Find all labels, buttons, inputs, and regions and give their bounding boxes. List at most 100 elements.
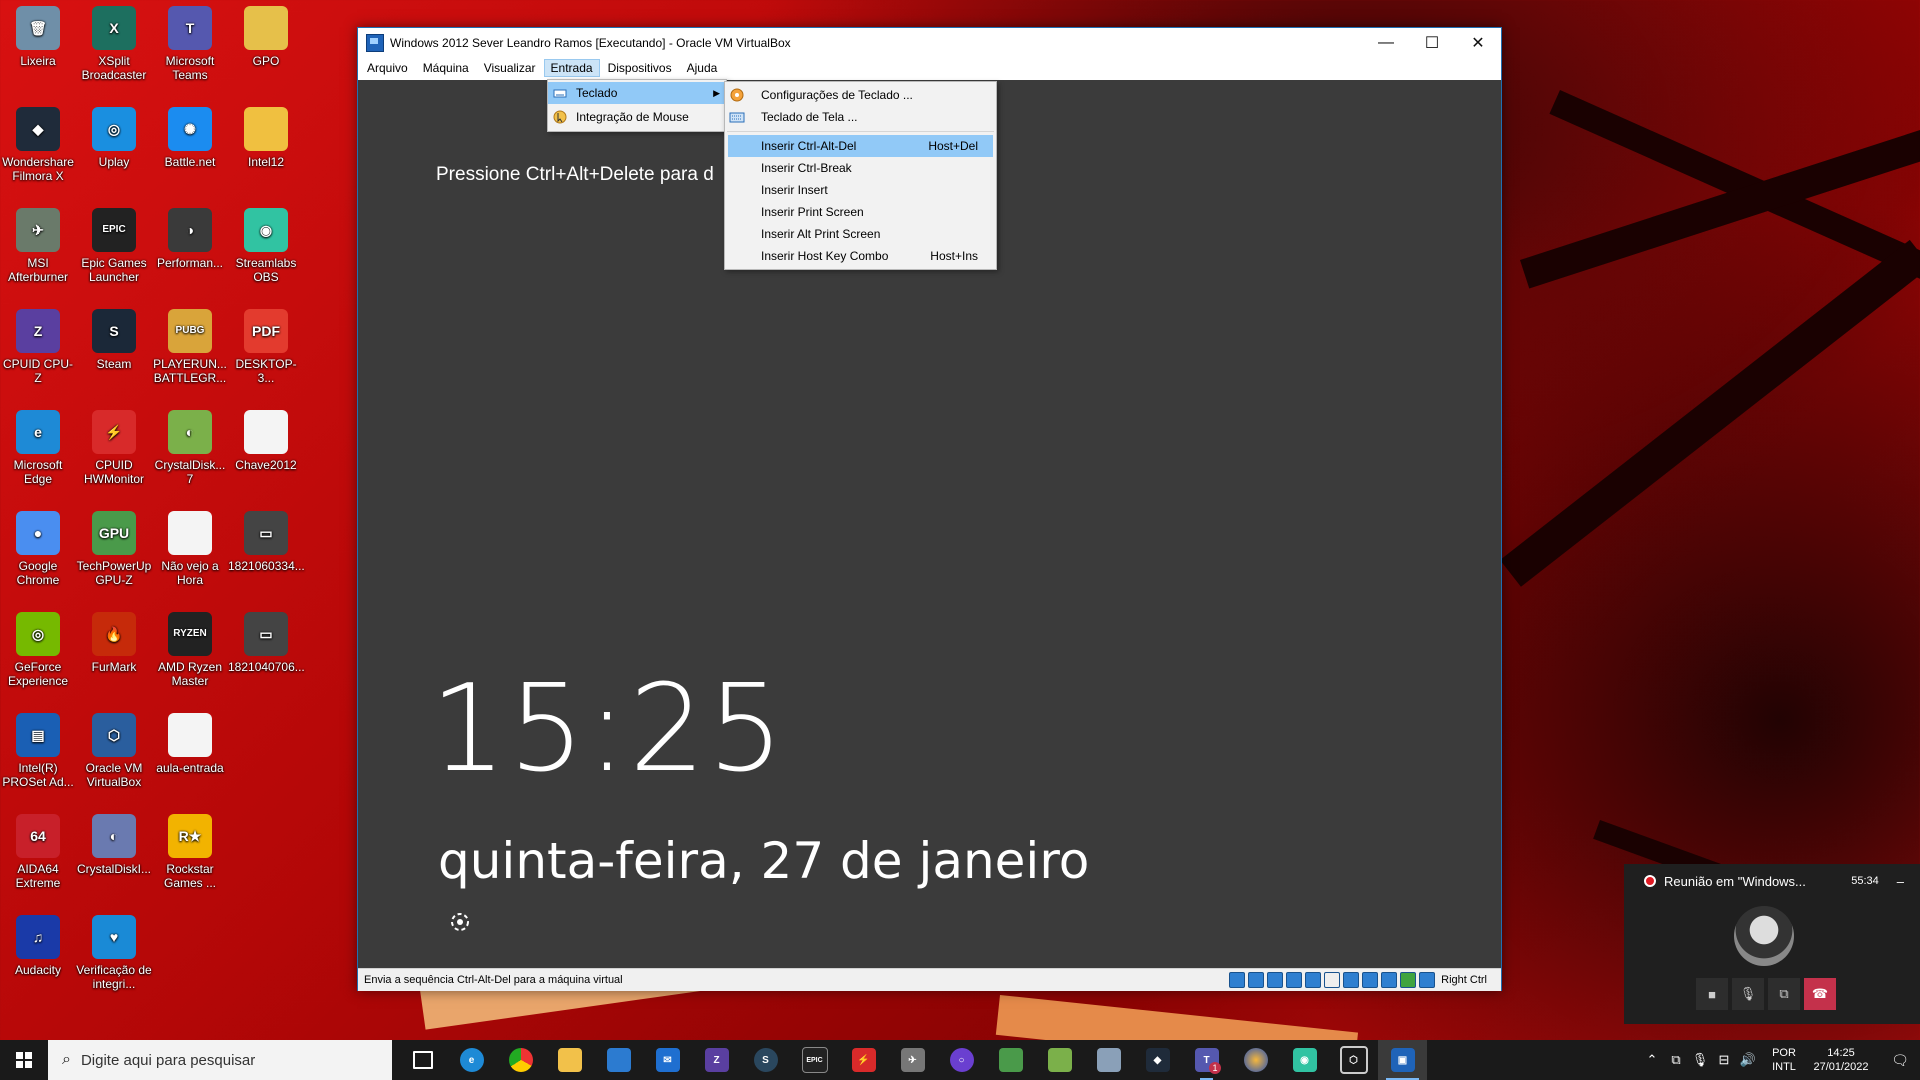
menu-item-insert-ctrl-alt-del[interactable]: Inserir Ctrl-Alt-Del Host+Del xyxy=(728,135,993,157)
taskbar-crystaldisk[interactable] xyxy=(1035,1040,1084,1080)
desktop-icon[interactable]: 🗑 Lixeira xyxy=(0,2,76,68)
desktop-icon[interactable]: ◐ CrystalDisk... 7 xyxy=(152,406,228,486)
desktop-icon[interactable]: ◎ Uplay xyxy=(76,103,152,169)
menu-item-insert-ctrl-break[interactable]: Inserir Ctrl-Break xyxy=(725,157,996,179)
close-button[interactable]: ✕ xyxy=(1455,28,1501,58)
network-icon[interactable]: ⊟ xyxy=(1712,1052,1736,1068)
desktop-icon[interactable]: GPO xyxy=(228,2,304,68)
taskbar-edge[interactable]: e xyxy=(447,1040,496,1080)
menu-item-keyboard-settings[interactable]: Configurações de Teclado ... xyxy=(725,84,996,106)
share-screen-button[interactable]: ⧉ xyxy=(1768,978,1800,1010)
ease-of-access-icon[interactable] xyxy=(448,910,472,934)
desktop-icon[interactable]: X XSplit Broadcaster xyxy=(76,2,152,82)
menu-item-mouse-integration[interactable]: Integração de Mouse xyxy=(548,106,726,128)
taskbar-teams[interactable]: T 1 xyxy=(1182,1040,1231,1080)
hang-up-button[interactable]: ☎ xyxy=(1804,978,1836,1010)
title-bar[interactable]: Windows 2012 Sever Leandro Ramos [Execut… xyxy=(358,28,1501,58)
taskbar-store[interactable] xyxy=(594,1040,643,1080)
taskbar-hwmonitor[interactable]: ⚡ xyxy=(839,1040,888,1080)
menu-item-insert-host-key-combo[interactable]: Inserir Host Key Combo Host+Ins xyxy=(725,245,996,267)
desktop-icon[interactable]: ▤ Intel(R) PROSet Ad... xyxy=(0,709,76,789)
audio-icon[interactable] xyxy=(1267,972,1284,988)
shared-folders-icon[interactable] xyxy=(1324,972,1341,988)
menu-item-insert-alt-print-screen[interactable]: Inserir Alt Print Screen xyxy=(725,223,996,245)
task-view-button[interactable] xyxy=(398,1040,447,1080)
desktop-icon[interactable]: aula-entrada xyxy=(152,709,228,775)
desktop-icon[interactable]: Z CPUID CPU-Z xyxy=(0,305,76,385)
menu-visualizar[interactable]: Visualizar xyxy=(477,59,543,77)
recording-icon[interactable] xyxy=(1362,972,1379,988)
taskbar-app-circle[interactable]: ○ xyxy=(937,1040,986,1080)
desktop-icon[interactable]: 🔥 FurMark xyxy=(76,608,152,674)
menu-item-soft-keyboard[interactable]: Teclado de Tela ... xyxy=(725,106,996,128)
microphone-button[interactable]: 🎙 xyxy=(1732,978,1764,1010)
menu-ajuda[interactable]: Ajuda xyxy=(680,59,725,77)
cpu-icon[interactable] xyxy=(1381,972,1398,988)
desktop-icon[interactable]: ◉ Streamlabs OBS xyxy=(228,204,304,284)
hard-disk-icon[interactable] xyxy=(1229,972,1246,988)
camera-button[interactable]: ■ xyxy=(1696,978,1728,1010)
language-indicator[interactable]: POR INTL xyxy=(1766,1046,1802,1074)
clock[interactable]: 14:25 27/01/2022 xyxy=(1802,1046,1880,1074)
desktop-icon[interactable]: Não vejo a Hora xyxy=(152,507,228,587)
taskbar-gpuz[interactable] xyxy=(986,1040,1035,1080)
desktop-icon[interactable]: S Steam xyxy=(76,305,152,371)
menu-arquivo[interactable]: Arquivo xyxy=(360,59,415,77)
desktop-icon[interactable]: Intel12 xyxy=(228,103,304,169)
desktop-icon[interactable]: RYZEN AMD Ryzen Master xyxy=(152,608,228,688)
notifications-icon[interactable]: 🗨 xyxy=(1880,1052,1920,1069)
taskbar-cpuz[interactable]: Z xyxy=(692,1040,741,1080)
taskbar-vm-window[interactable]: ▣ xyxy=(1378,1040,1427,1080)
desktop-icon[interactable]: ◆ Wondershare Filmora X xyxy=(0,103,76,183)
microphone-icon[interactable]: 🎙 xyxy=(1688,1052,1712,1068)
taskbar-msi-afterburner[interactable]: ✈ xyxy=(888,1040,937,1080)
menu-entrada[interactable]: Entrada xyxy=(543,59,600,77)
minimize-button[interactable]: — xyxy=(1363,28,1409,58)
desktop-icon[interactable]: ▭ 1821040706... xyxy=(228,608,305,674)
desktop-icon[interactable]: Chave2012 xyxy=(228,406,304,472)
desktop-icon[interactable]: ⬡ Oracle VM VirtualBox xyxy=(76,709,152,789)
desktop-icon[interactable]: ✺ Battle.net xyxy=(152,103,228,169)
menu-maquina[interactable]: Máquina xyxy=(416,59,476,77)
keyboard-capture-icon[interactable] xyxy=(1419,972,1436,988)
taskbar-streamlabs[interactable]: ◉ xyxy=(1280,1040,1329,1080)
mouse-integration-icon[interactable] xyxy=(1400,972,1417,988)
desktop-icon[interactable]: ● Google Chrome xyxy=(0,507,76,587)
taskbar-epic[interactable]: EPIC xyxy=(790,1040,839,1080)
maximize-button[interactable]: ☐ xyxy=(1409,28,1455,58)
teams-meeting-window[interactable]: Reunião em "Windows... 55:34 – ■ 🎙 ⧉ ☎ xyxy=(1624,864,1920,1024)
taskbar-virtualbox[interactable]: ⬡ xyxy=(1329,1040,1378,1080)
taskbar-search[interactable]: ⌕ Digite aqui para pesquisar xyxy=(48,1040,392,1080)
menu-item-insert-insert[interactable]: Inserir Insert xyxy=(725,179,996,201)
desktop-icon[interactable]: ◐ CrystalDiskI... xyxy=(76,810,152,876)
desktop-icon[interactable]: ♥ Verificação de integri... xyxy=(76,911,152,991)
usb-icon[interactable] xyxy=(1305,972,1322,988)
chevron-up-icon[interactable]: ⌃ xyxy=(1640,1052,1664,1068)
optical-drive-icon[interactable] xyxy=(1248,972,1265,988)
desktop-icon[interactable]: e Microsoft Edge xyxy=(0,406,76,486)
desktop-icon[interactable]: T Microsoft Teams xyxy=(152,2,228,82)
desktop-icon[interactable]: ♫ Audacity xyxy=(0,911,76,977)
desktop-icon[interactable]: R★ Rockstar Games ... xyxy=(152,810,228,890)
desktop-icon[interactable]: GPU TechPowerUp GPU-Z xyxy=(76,507,152,587)
network-icon[interactable] xyxy=(1286,972,1303,988)
menu-item-insert-print-screen[interactable]: Inserir Print Screen xyxy=(725,201,996,223)
desktop-icon[interactable]: ◎ GeForce Experience xyxy=(0,608,76,688)
taskbar-app-orb[interactable] xyxy=(1231,1040,1280,1080)
desktop-icon[interactable]: ▭ 1821060334... xyxy=(228,507,305,573)
taskbar-mail[interactable]: ✉ xyxy=(643,1040,692,1080)
taskbar-app-slate[interactable] xyxy=(1084,1040,1133,1080)
desktop-icon[interactable]: ⚡ CPUID HWMonitor xyxy=(76,406,152,486)
desktop-icon[interactable]: 64 AIDA64 Extreme xyxy=(0,810,76,890)
minimize-button[interactable]: – xyxy=(1897,874,1904,889)
volume-icon[interactable]: 🔊 xyxy=(1736,1052,1760,1068)
start-button[interactable] xyxy=(0,1040,48,1080)
menu-item-teclado[interactable]: Teclado ▶ xyxy=(548,82,726,104)
taskbar-chrome[interactable] xyxy=(496,1040,545,1080)
taskbar-file-explorer[interactable] xyxy=(545,1040,594,1080)
desktop-icon[interactable]: ◑ Performan... xyxy=(152,204,228,270)
taskbar-steam[interactable]: S xyxy=(741,1040,790,1080)
display-icon[interactable] xyxy=(1343,972,1360,988)
meet-now-icon[interactable]: ⧉ xyxy=(1664,1052,1688,1068)
desktop-icon[interactable]: PDF DESKTOP-3... xyxy=(228,305,304,385)
